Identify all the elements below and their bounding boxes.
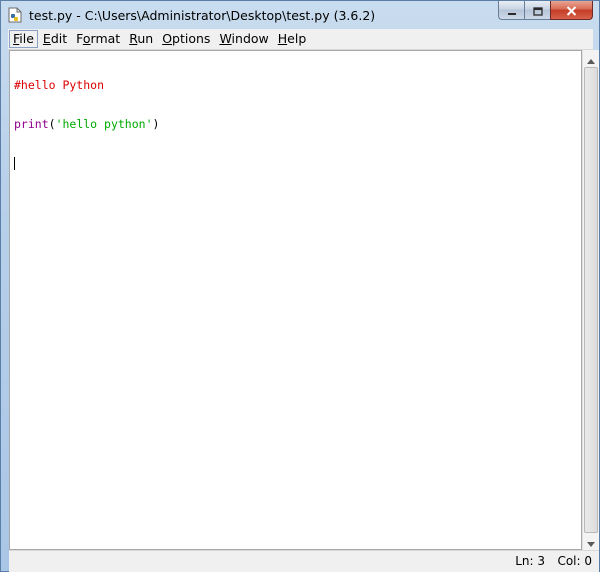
code-text[interactable]: #hello Python print('hello python') [14,53,159,196]
maximize-button[interactable] [524,1,550,20]
menu-label: rmat [90,31,121,46]
menu-label: ptions [172,31,211,46]
code-line-3 [14,157,159,170]
menu-bar: File Edit Format Run Options Window Help [8,29,593,50]
menu-mnemonic: H [277,31,288,46]
menu-format[interactable]: Format [72,30,124,48]
close-button[interactable] [550,1,593,20]
python-file-icon [7,7,23,23]
menu-mnemonic: W [219,31,232,46]
title-bar[interactable]: test.py - C:\Users\Administrator\Desktop… [1,1,599,29]
maximize-icon [532,1,543,20]
scroll-down-button[interactable] [583,533,599,550]
menu-file[interactable]: File [9,30,38,48]
menu-help[interactable]: Help [274,30,311,48]
close-icon [566,1,577,20]
status-line-number: Ln: 3 [515,554,545,568]
menu-label: ile [19,31,34,46]
arrow-down-icon [587,532,595,551]
code-builtin: print [14,117,49,131]
scroll-thumb[interactable] [584,67,598,533]
menu-window[interactable]: Window [215,30,272,48]
menu-options[interactable]: Options [158,30,214,48]
code-line-2: print('hello python') [14,118,159,131]
minimize-icon [507,1,517,20]
caption-buttons [498,1,593,21]
menu-mnemonic: E [42,31,51,46]
menu-label: dit [50,31,68,46]
menu-label: F [76,31,83,46]
code-comment: #hello Python [14,78,105,92]
menu-label: un [137,31,154,46]
menu-mnemonic: o [82,31,91,46]
arrow-up-icon [587,49,595,68]
menu-edit[interactable]: Edit [39,30,71,48]
status-bar: Ln: 3 Col: 0 [9,550,599,572]
idle-editor-window: test.py - C:\Users\Administrator\Desktop… [0,0,600,572]
code-paren-open: ( [48,117,56,131]
code-string: 'hello python' [55,117,153,131]
vertical-scrollbar[interactable] [582,50,599,550]
menu-label: indow [231,31,269,46]
minimize-button[interactable] [498,1,524,20]
code-editor[interactable]: #hello Python print('hello python') [9,50,582,550]
status-column-number: Col: 0 [557,554,592,568]
text-cursor [14,157,15,170]
scroll-up-button[interactable] [583,50,599,67]
menu-mnemonic: O [162,31,173,46]
window-title: test.py - C:\Users\Administrator\Desktop… [29,7,376,23]
code-paren-close: ) [152,117,160,131]
menu-label: elp [287,31,307,46]
code-line-1: #hello Python [14,79,159,92]
menu-run[interactable]: Run [125,30,157,48]
